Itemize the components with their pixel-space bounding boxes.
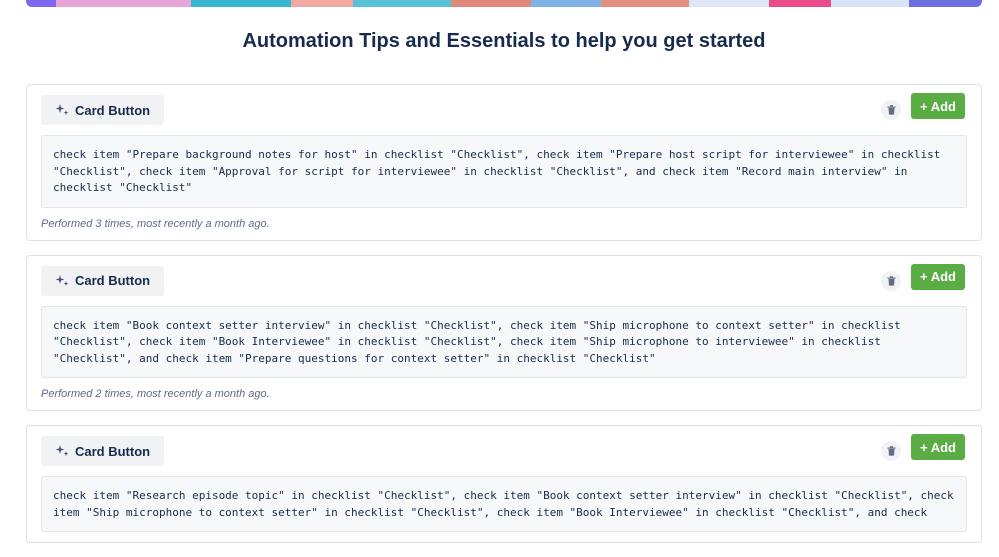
card-header: Card Button + Add	[41, 434, 967, 468]
card-button-chip: Card Button	[41, 436, 165, 466]
delete-button[interactable]	[881, 441, 901, 461]
page-title: Automation Tips and Essentials to help y…	[242, 30, 766, 52]
banner-segment	[451, 0, 531, 7]
card-button-chip: Card Button	[41, 95, 165, 125]
automation-card: Card Button + Add check item "Book conte…	[26, 254, 982, 411]
add-button[interactable]: + Add	[911, 263, 965, 290]
banner-segment	[769, 0, 831, 7]
banner-segment	[291, 0, 353, 7]
performed-stats: Performed 2 times, most recently a month…	[41, 388, 270, 400]
card-button-label: Card Button	[75, 102, 151, 118]
banner-segment	[601, 0, 689, 7]
card-button-label: Card Button	[75, 443, 151, 459]
automation-description: check item "Prepare background notes for…	[41, 135, 967, 208]
banner-segment	[353, 0, 451, 7]
card-header: Card Button + Add	[41, 93, 967, 127]
add-button[interactable]: + Add	[911, 434, 965, 460]
banner-segment	[531, 0, 601, 7]
banner-segment	[56, 0, 191, 7]
trash-icon	[887, 446, 895, 456]
automation-description: check item "Research episode topic" in c…	[41, 476, 967, 532]
automation-card: Card Button + Add check item "Prepare ba…	[26, 84, 982, 241]
sparkle-icon	[55, 274, 69, 286]
add-button[interactable]: + Add	[911, 93, 965, 119]
automation-description: check item "Book context setter intervie…	[41, 305, 967, 378]
banner-segment	[26, 0, 56, 7]
banner-segment	[831, 0, 909, 7]
trash-icon	[887, 275, 895, 286]
sparkle-icon	[55, 445, 69, 457]
delete-button[interactable]	[881, 270, 901, 291]
delete-button[interactable]	[881, 100, 901, 120]
automation-list: Card Button + Add check item "Prepare ba…	[26, 84, 982, 557]
banner-segment	[689, 0, 769, 7]
banner-segment	[191, 0, 291, 7]
banner-segment	[909, 0, 982, 7]
card-header: Card Button + Add	[41, 263, 967, 298]
header-banner	[26, 0, 982, 7]
performed-stats: Performed 3 times, most recently a month…	[41, 217, 270, 230]
card-button-chip: Card Button	[41, 265, 165, 296]
sparkle-icon	[55, 104, 69, 116]
card-button-label: Card Button	[75, 273, 151, 288]
trash-icon	[887, 105, 895, 115]
automation-card: Card Button + Add check item "Research e…	[26, 425, 982, 543]
